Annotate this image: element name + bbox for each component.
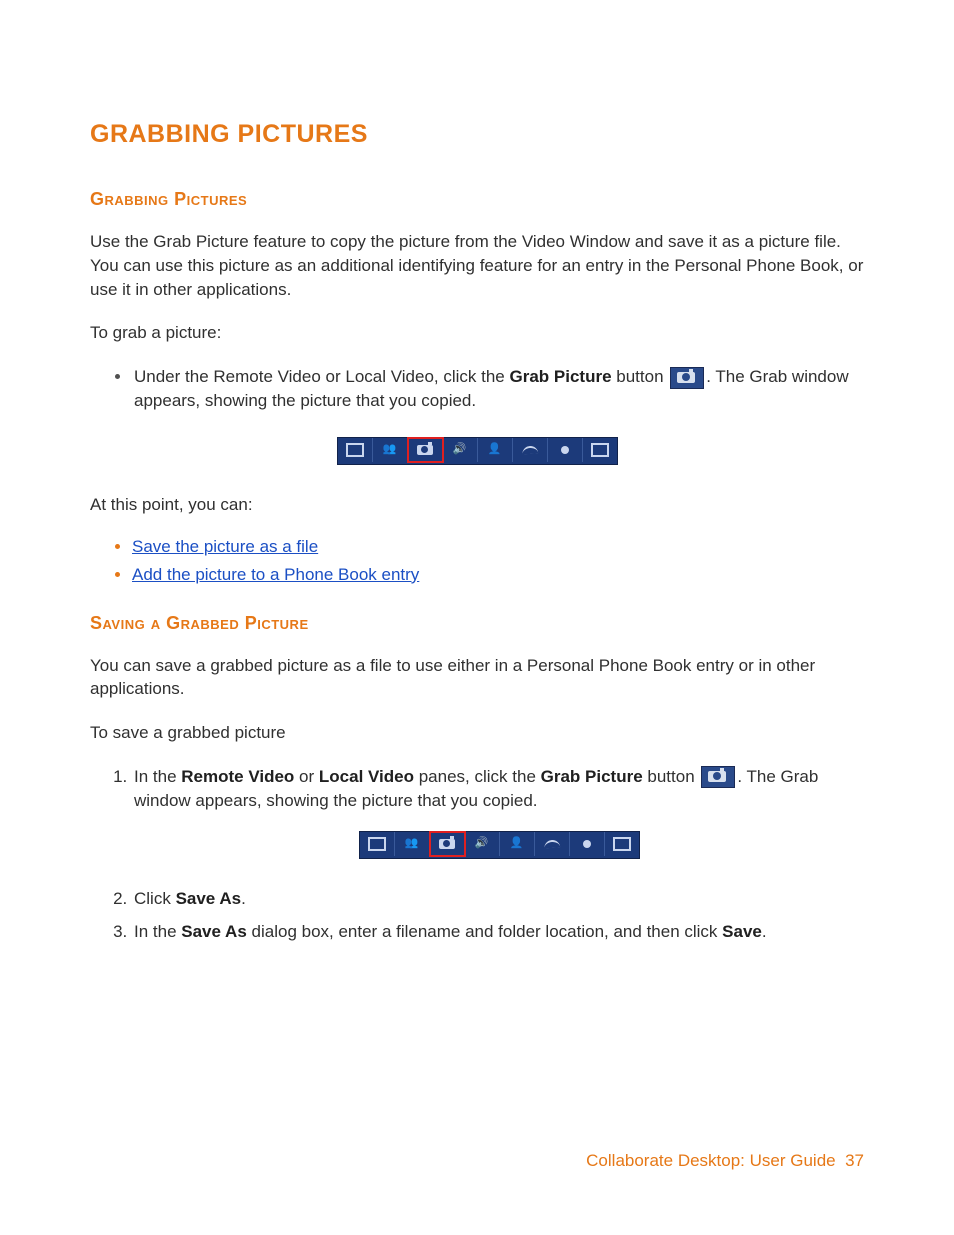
text: panes, click the [414,767,541,786]
camera-icon [430,832,465,856]
screen-icon [583,438,617,462]
link-add-phonebook[interactable]: Add the picture to a Phone Book entry [132,565,419,584]
text: Under the Remote Video or Local Video, c… [134,367,509,386]
text: dialog box, enter a filename and folder … [247,922,722,941]
bold-save-as: Save As [181,922,247,941]
wave-icon [513,438,548,462]
document-page: GRABBING PICTURES Grabbing Pictures Use … [0,0,954,1235]
camera-icon [408,438,443,462]
list-item: Add the picture to a Phone Book entry [132,565,864,585]
grab-step-item: Under the Remote Video or Local Video, c… [132,365,864,413]
text: or [294,767,319,786]
toolbar: 👥 🔊 👤 [359,831,640,859]
bold-grab-picture: Grab Picture [509,367,611,386]
footer-page-number: 37 [845,1151,864,1170]
camera-icon [701,766,735,788]
list-item: Save the picture as a file [132,537,864,557]
text: In the [134,922,181,941]
bookmark-icon: 👤 [500,832,535,856]
text: button [612,367,669,386]
paragraph-intro: Use the Grab Picture feature to copy the… [90,230,864,301]
paragraph-saving-intro: You can save a grabbed picture as a file… [90,654,864,702]
save-step-3: In the Save As dialog box, enter a filen… [132,920,864,944]
options-link-list: Save the picture as a file Add the pictu… [90,537,864,585]
page-footer: Collaborate Desktop: User Guide 37 [586,1151,864,1171]
text: Click [134,889,176,908]
paragraph-at-this-point: At this point, you can: [90,493,864,517]
wave-icon [535,832,570,856]
bookmark-icon: 👤 [478,438,513,462]
footer-label: Collaborate Desktop: User Guide [586,1151,835,1170]
paragraph-to-grab: To grab a picture: [90,321,864,345]
record-icon [570,832,605,856]
camera-icon [670,367,704,389]
save-steps-list: In the Remote Video or Local Video panes… [90,765,864,944]
record-icon [548,438,583,462]
bold-grab-picture: Grab Picture [541,767,643,786]
bold-remote-video: Remote Video [181,767,294,786]
text: . [241,889,246,908]
section-heading-grabbing: Grabbing Pictures [90,189,864,210]
text: . [762,922,767,941]
toolbar-screenshot: 👥 🔊 👤 [134,831,864,859]
bold-save-as: Save As [176,889,242,908]
audio-icon: 🔊 [443,438,478,462]
layout-icon [338,438,373,462]
link-save-picture[interactable]: Save the picture as a file [132,537,318,556]
group-icon: 👥 [373,438,408,462]
layout-icon [360,832,395,856]
bold-local-video: Local Video [319,767,414,786]
text: button [643,767,700,786]
group-icon: 👥 [395,832,430,856]
save-step-1: In the Remote Video or Local Video panes… [132,765,864,859]
paragraph-to-save: To save a grabbed picture [90,721,864,745]
screen-icon [605,832,639,856]
toolbar-screenshot: 👥 🔊 👤 [90,437,864,465]
grab-steps-list: Under the Remote Video or Local Video, c… [90,365,864,413]
page-title: GRABBING PICTURES [90,120,864,149]
text: In the [134,767,181,786]
toolbar: 👥 🔊 👤 [337,437,618,465]
save-step-2: Click Save As. [132,887,864,911]
section-heading-saving: Saving a Grabbed Picture [90,613,864,634]
audio-icon: 🔊 [465,832,500,856]
bold-save: Save [722,922,762,941]
